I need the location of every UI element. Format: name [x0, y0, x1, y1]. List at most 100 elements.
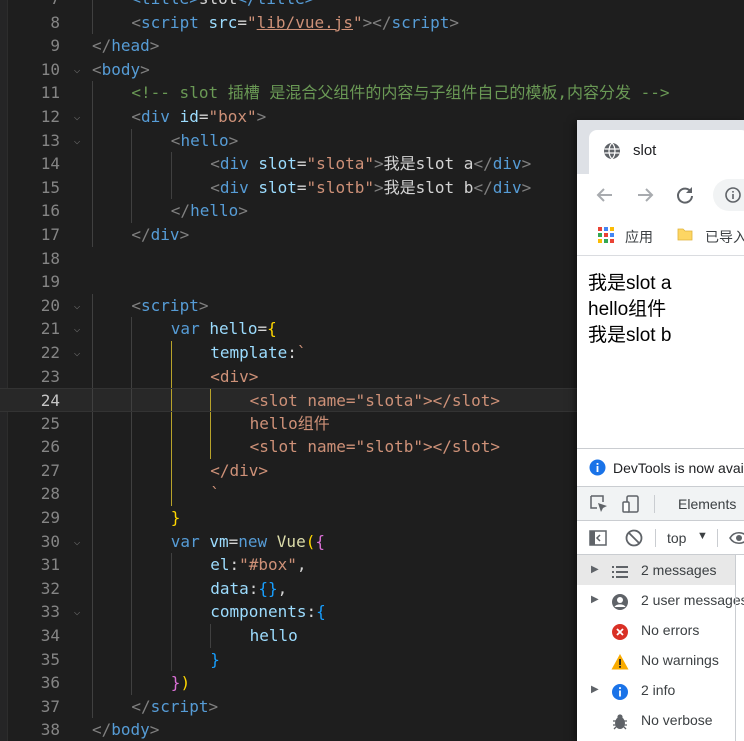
console-sidebar-icon[interactable]: [589, 529, 607, 547]
expand-arrow-icon[interactable]: ▶: [591, 585, 599, 615]
indent-guide: [92, 152, 93, 176]
fold-chevron-icon[interactable]: ⌵: [70, 105, 84, 129]
indent-guide: [131, 389, 133, 411]
fold-chevron-icon[interactable]: ⌵: [70, 294, 84, 318]
clear-console-icon[interactable]: [625, 529, 643, 547]
bookmarks-bar: 应用 已导入: [577, 216, 744, 256]
code-token: "slotb": [306, 177, 374, 197]
indent-guide: [131, 482, 133, 507]
eye-icon[interactable]: [729, 529, 744, 547]
code-token: >: [179, 224, 190, 244]
code-token: <!-- slot 插槽 是混合父组件的内容与子组件自己的模板,内容分发 -->: [131, 83, 670, 103]
expand-arrow-icon[interactable]: ▶: [591, 555, 599, 585]
code-token: >: [198, 295, 209, 315]
code-token: ,: [277, 578, 288, 598]
folder-icon[interactable]: [677, 226, 693, 242]
console-sidebar-item[interactable]: ▶ 2 user messages: [577, 585, 744, 615]
line-number: 23: [40, 366, 60, 386]
console-sidebar-item[interactable]: ▶ 2 messages: [577, 555, 735, 585]
code-token: script: [141, 12, 199, 32]
fold-chevron-icon[interactable]: ⌵: [70, 58, 84, 82]
code-token: >: [208, 696, 219, 716]
code-token: hello: [180, 130, 229, 150]
toolbar-divider: [655, 529, 656, 547]
code-text: }: [171, 506, 181, 530]
line-number: 24: [40, 391, 60, 411]
code-line[interactable]: 9 </head>: [0, 34, 744, 58]
code-line[interactable]: 8 <script src="lib/vue.js"></script>: [0, 10, 744, 35]
indent-guide: [92, 104, 93, 129]
bookmark-apps[interactable]: 应用: [625, 227, 653, 247]
indent-guide: [170, 364, 172, 389]
line-number: 9: [50, 36, 60, 56]
back-arrow-icon[interactable]: [594, 184, 616, 206]
code-text: hello: [250, 624, 298, 648]
inspect-element-icon[interactable]: [589, 494, 609, 514]
code-token: slot: [258, 177, 297, 197]
bookmark-imported-folder[interactable]: 已导入: [705, 227, 744, 247]
forward-arrow-icon[interactable]: [634, 184, 656, 206]
tab-elements[interactable]: Elements: [678, 496, 736, 512]
verbose-icon: [611, 711, 629, 730]
fold-chevron-icon[interactable]: ⌵: [70, 600, 84, 624]
devtools-tab-bar: Elements: [577, 487, 744, 521]
code-line[interactable]: 7 <title>slot</title>: [0, 0, 744, 11]
indent-guide: [131, 199, 133, 223]
code-token: (: [305, 531, 316, 551]
code-text: var hello={: [171, 317, 277, 341]
console-sidebar-label: No errors: [641, 622, 700, 638]
line-number: 8: [50, 12, 60, 32]
code-token: >: [449, 12, 459, 32]
line-number: 7: [8, 0, 60, 11]
device-toolbar-icon[interactable]: [621, 494, 641, 514]
context-selector[interactable]: top: [667, 530, 686, 546]
site-info-icon[interactable]: [725, 187, 741, 203]
indent-guide: [170, 389, 172, 411]
code-text: </div>: [210, 459, 268, 483]
warning-icon: [611, 651, 629, 670]
code-line[interactable]: 10 ⌵ <body>: [0, 58, 744, 82]
code-token: >: [373, 154, 384, 174]
indent-guide: [92, 624, 93, 648]
code-token: >: [521, 154, 532, 174]
indent-guide: [131, 317, 133, 341]
indent-guide: [92, 506, 93, 530]
fold-chevron-icon[interactable]: ⌵: [70, 341, 84, 365]
console-sidebar-item[interactable]: ▶ 2 info: [577, 675, 735, 705]
console-sidebar-item[interactable]: No verbose: [577, 705, 735, 735]
console-sidebar-item[interactable]: No errors: [577, 615, 735, 645]
code-text: </script>: [131, 695, 218, 719]
code-token: slot: [258, 154, 297, 174]
code-token: </: [473, 177, 493, 197]
line-number: 30: [40, 531, 60, 551]
indent-guide: [92, 128, 93, 153]
indent-guide: [92, 340, 93, 365]
browser-tab[interactable]: slot: [589, 130, 744, 174]
code-text: <div id="box">: [131, 105, 266, 129]
code-token: <: [170, 130, 181, 150]
indent-guide: [92, 576, 93, 601]
reload-icon[interactable]: [674, 184, 696, 206]
code-token: slot: [199, 0, 238, 8]
fold-chevron-icon[interactable]: ⌵: [70, 129, 84, 153]
code-token: :: [248, 578, 259, 598]
expand-arrow-icon[interactable]: ▶: [591, 675, 599, 705]
apps-grid-icon[interactable]: [597, 226, 615, 244]
fold-chevron-icon[interactable]: ⌵: [70, 317, 84, 341]
code-text: data:{},: [210, 577, 287, 601]
console-sidebar-item[interactable]: No warnings: [577, 645, 735, 675]
chevron-down-icon[interactable]: ▼: [697, 530, 708, 542]
indent-guide: [131, 175, 133, 200]
indent-guide: [131, 624, 133, 648]
code-text: `: [210, 482, 220, 506]
indent-guide: [131, 458, 133, 483]
indent-guide: [92, 458, 93, 483]
indent-guide: [170, 600, 172, 625]
code-text: <hello>: [171, 129, 238, 153]
address-bar[interactable]: [713, 179, 744, 211]
page-viewport: 我是slot a hello组件 我是slot b: [577, 257, 744, 447]
code-token: ": [352, 12, 363, 32]
code-token: <: [92, 59, 102, 79]
code-line[interactable]: 11 <!-- slot 插槽 是混合父组件的内容与子组件自己的模板,内容分发 -…: [0, 81, 744, 105]
fold-chevron-icon[interactable]: ⌵: [70, 530, 84, 554]
